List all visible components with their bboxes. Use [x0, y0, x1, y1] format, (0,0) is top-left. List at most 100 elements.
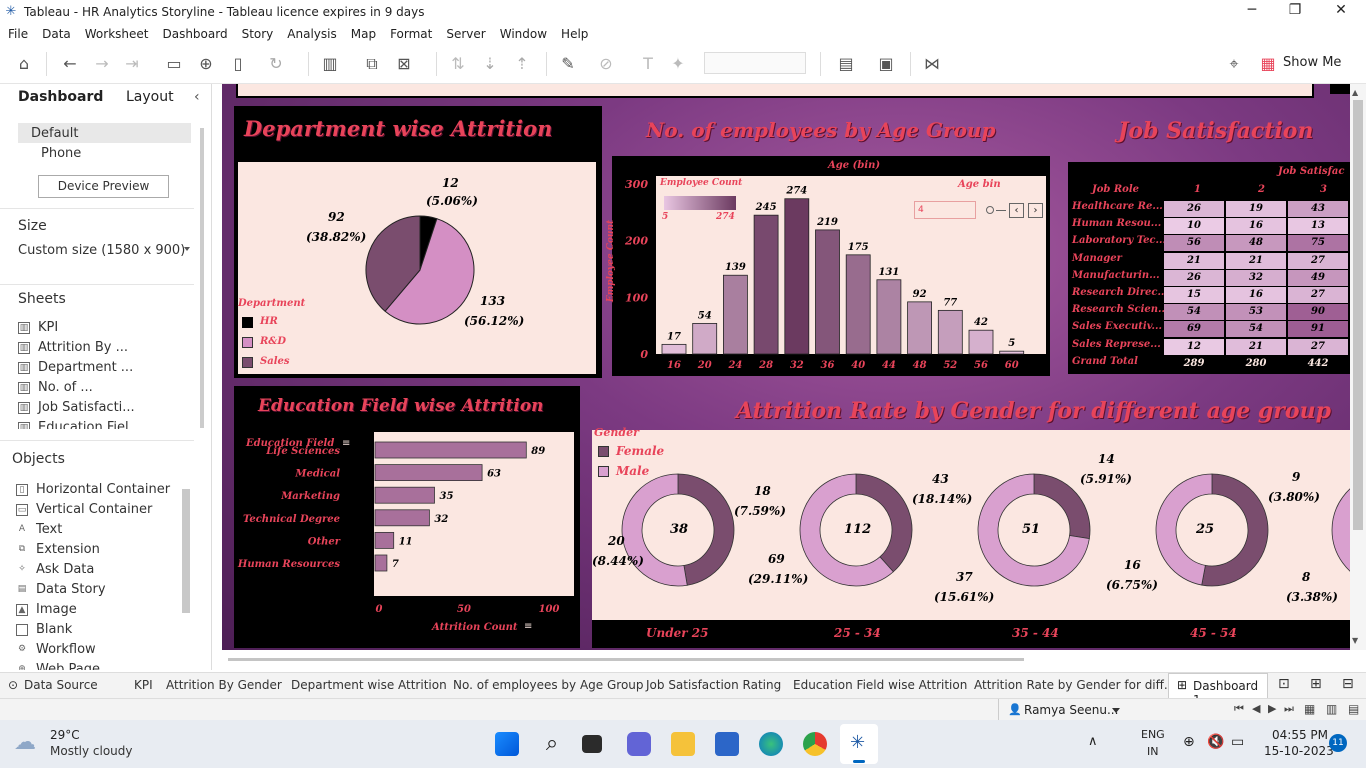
- menu-dashboard[interactable]: Dashboard: [162, 27, 227, 41]
- clock-time[interactable]: 04:55 PM: [1272, 728, 1328, 742]
- tab-dashboard[interactable]: Dashboard: [18, 89, 103, 105]
- highlight-icon[interactable]: ✎: [558, 54, 578, 73]
- menu-map[interactable]: Map: [351, 27, 376, 41]
- swap-icon[interactable]: ⇅: [448, 54, 468, 73]
- task-view-icon[interactable]: [582, 735, 602, 753]
- job-cell[interactable]: 27: [1288, 252, 1348, 269]
- duplicate-icon[interactable]: ⧉: [362, 54, 382, 74]
- job-cell[interactable]: 43: [1288, 201, 1348, 217]
- legend-sales[interactable]: Sales: [260, 356, 290, 367]
- clear-sheet-icon[interactable]: ⊠: [394, 54, 414, 73]
- teams-icon[interactable]: [627, 732, 651, 756]
- job-cell[interactable]: 12: [1164, 338, 1224, 355]
- sheets-scrollbar[interactable]: [200, 128, 204, 428]
- tableau-taskbar-button[interactable]: ✳: [840, 724, 878, 764]
- home-icon[interactable]: ⌂: [14, 54, 34, 73]
- device-default[interactable]: Default: [31, 126, 79, 141]
- object-blank[interactable]: Blank: [16, 622, 72, 637]
- education-bar[interactable]: [374, 554, 388, 572]
- sort-icon[interactable]: ≡: [524, 621, 532, 632]
- last-sheet-icon[interactable]: ⏭: [1284, 702, 1294, 716]
- job-cell[interactable]: 48: [1226, 235, 1286, 252]
- age-bar[interactable]: [907, 301, 933, 355]
- sheet-sorter-icon[interactable]: ▤: [1348, 702, 1359, 716]
- tab-sheet[interactable]: Department wise Attrition: [291, 678, 447, 692]
- job-cell[interactable]: 32: [1226, 269, 1286, 286]
- job-cell[interactable]: 13: [1288, 218, 1348, 235]
- age-bar[interactable]: [845, 254, 871, 355]
- new-datasource-icon[interactable]: ⊕: [196, 54, 216, 73]
- notification-badge[interactable]: 11: [1329, 734, 1347, 752]
- tab-sheet[interactable]: Attrition By Gender: [166, 678, 282, 692]
- job-cell[interactable]: 26: [1164, 201, 1224, 217]
- tab-sheet[interactable]: No. of employees by Age Group: [453, 678, 644, 692]
- age-bar[interactable]: [753, 214, 779, 355]
- age-bar[interactable]: [876, 279, 902, 355]
- mute-icon[interactable]: 🔇: [1207, 734, 1224, 750]
- job-cell[interactable]: 54: [1226, 321, 1286, 338]
- education-bar[interactable]: [374, 441, 527, 459]
- show-cards-icon[interactable]: ▤: [836, 54, 856, 73]
- sheet-item[interactable]: ▥ Attrition By ...: [18, 340, 128, 355]
- start-icon[interactable]: [495, 732, 519, 756]
- edge-icon[interactable]: [759, 732, 783, 756]
- age-bin-input[interactable]: 4: [914, 201, 976, 219]
- labels-icon[interactable]: T: [638, 54, 658, 73]
- menu-worksheet[interactable]: Worksheet: [85, 27, 149, 41]
- sheet-item[interactable]: ▥ No. of ...: [18, 380, 93, 395]
- job-cell[interactable]: 56: [1164, 235, 1224, 252]
- prev-icon[interactable]: ‹: [1009, 203, 1024, 218]
- size-dropdown[interactable]: Custom size (1580 x 900): [18, 243, 185, 258]
- weather-temp[interactable]: 29°C: [50, 728, 80, 742]
- slider-handle[interactable]: [986, 206, 994, 214]
- menu-file[interactable]: File: [8, 27, 28, 41]
- job-cell[interactable]: 442: [1288, 355, 1348, 372]
- tab-view-icon[interactable]: ▥: [1326, 702, 1337, 716]
- job-cell[interactable]: 21: [1226, 252, 1286, 269]
- object-web-page[interactable]: ⊕ Web Page: [16, 662, 100, 670]
- object-image[interactable]: ▲ Image: [16, 602, 77, 617]
- job-cell[interactable]: 21: [1164, 252, 1224, 269]
- collapse-pane-icon[interactable]: ‹: [194, 89, 200, 105]
- job-cell[interactable]: 16: [1226, 287, 1286, 303]
- language-eng[interactable]: ENG: [1141, 728, 1165, 741]
- job-cell[interactable]: 26: [1164, 269, 1224, 286]
- menu-data[interactable]: Data: [42, 27, 71, 41]
- donut-slice-partial[interactable]: [1331, 477, 1350, 584]
- group-icon[interactable]: ⊘: [596, 54, 616, 73]
- objects-scrollbar[interactable]: [182, 489, 190, 613]
- job-cell[interactable]: 16: [1226, 218, 1286, 235]
- store-icon[interactable]: [715, 732, 739, 756]
- chevron-down-icon[interactable]: [184, 247, 190, 251]
- pin-toolbar-icon[interactable]: ⌖: [1224, 54, 1244, 74]
- battery-icon[interactable]: ▭: [1231, 734, 1244, 750]
- job-cell[interactable]: 49: [1288, 269, 1348, 286]
- department-pie-chart[interactable]: [234, 106, 602, 378]
- tab-sheet[interactable]: Attrition Rate by Gender for diff...: [974, 678, 1175, 692]
- minimize-icon[interactable]: ─: [1237, 2, 1267, 18]
- job-cell[interactable]: 280: [1226, 355, 1286, 372]
- sheet-item[interactable]: ▥ Education Fiel...: [18, 420, 141, 429]
- new-worksheet-icon[interactable]: ▥: [320, 54, 340, 73]
- next-icon[interactable]: ›: [1028, 203, 1043, 218]
- job-cell[interactable]: 75: [1288, 235, 1348, 252]
- education-bar[interactable]: [374, 509, 430, 527]
- chrome-icon[interactable]: [803, 732, 827, 756]
- presentation-icon[interactable]: ▣: [876, 54, 896, 73]
- weather-text[interactable]: Mostly cloudy: [50, 744, 133, 758]
- device-preview-button[interactable]: Device Preview: [38, 175, 169, 198]
- back-icon[interactable]: ←: [60, 54, 80, 73]
- job-cell[interactable]: 289: [1164, 355, 1224, 372]
- new-dashboard-tab-icon[interactable]: ⊞: [1310, 676, 1322, 692]
- education-bar[interactable]: [374, 486, 435, 504]
- tab-data-source[interactable]: Data Source: [24, 678, 98, 692]
- job-cell[interactable]: 27: [1288, 338, 1348, 355]
- first-sheet-icon[interactable]: ⏮: [1234, 702, 1244, 716]
- job-cell[interactable]: 54: [1164, 304, 1224, 321]
- canvas-vertical-scrollbar[interactable]: ▲ ▼: [1350, 84, 1366, 650]
- object-horizontal-container[interactable]: ▯ Horizontal Container: [16, 482, 170, 497]
- object-workflow[interactable]: ⚙ Workflow: [16, 642, 96, 657]
- age-bar-chart[interactable]: 0100200300171654201392424528274322193617…: [608, 106, 1054, 378]
- canvas-horizontal-scrollbar[interactable]: [222, 650, 1350, 670]
- age-bar[interactable]: [968, 329, 994, 355]
